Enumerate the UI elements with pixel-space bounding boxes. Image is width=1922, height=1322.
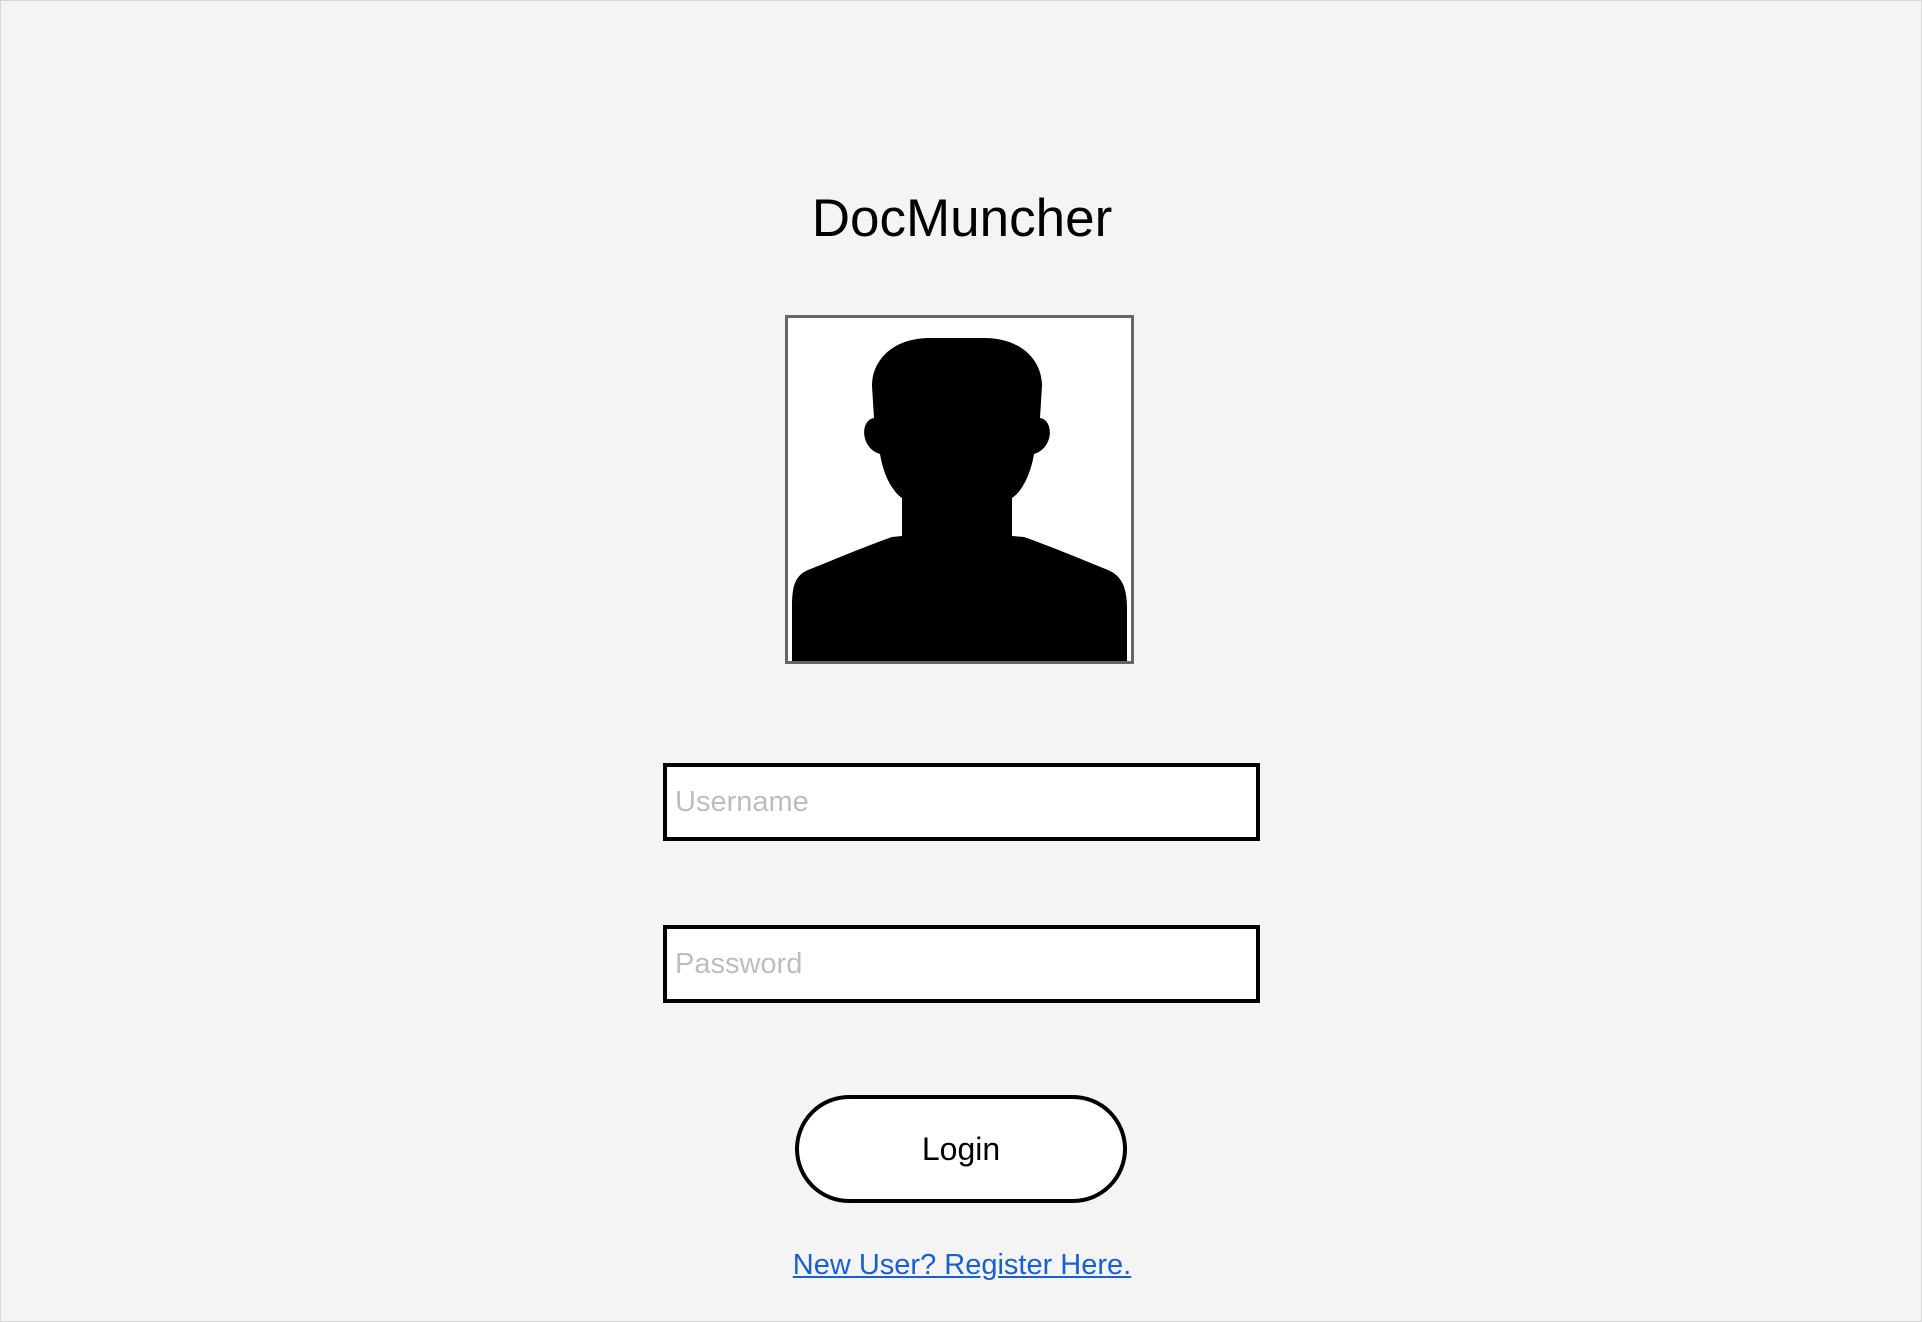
person-silhouette-icon <box>788 318 1131 661</box>
password-input[interactable] <box>663 925 1260 1003</box>
avatar <box>785 315 1134 664</box>
register-link[interactable]: New User? Register Here. <box>793 1249 1131 1281</box>
register-link-container: New User? Register Here. <box>1 1247 1922 1283</box>
login-screen: DocMuncher Login New User? Register Here… <box>0 0 1922 1322</box>
username-input[interactable] <box>663 763 1260 841</box>
login-button[interactable]: Login <box>795 1095 1127 1203</box>
app-title: DocMuncher <box>811 189 1113 248</box>
